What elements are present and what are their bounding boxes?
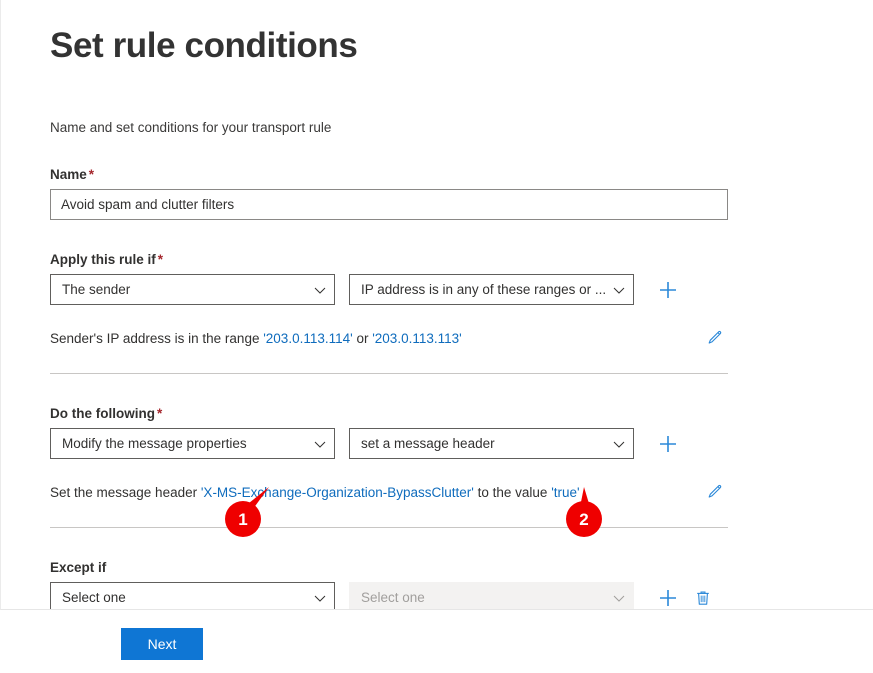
plus-icon [660, 435, 676, 452]
pencil-edit-icon [708, 484, 722, 498]
message-header-value: 'true' [551, 484, 580, 500]
except-if-label-text: Except if [50, 560, 107, 575]
page-subtitle: Name and set conditions for your transpo… [50, 120, 332, 135]
page-title: Set rule conditions [50, 26, 358, 65]
plus-icon [660, 281, 676, 298]
message-header-name-value: 'X-MS-Exchange-Organization-BypassClutte… [200, 484, 474, 500]
rule-conditions-panel: Set rule conditions Name and set conditi… [0, 0, 873, 610]
apply-if-description-prefix: Sender's IP address is in the range [50, 330, 264, 346]
do-following-description: Set the message header 'X-MS-Exchange-Or… [50, 485, 702, 500]
except-if-label: Except if [50, 528, 873, 582]
apply-if-condition-dropdown-value: The sender [62, 282, 131, 297]
name-required-asterisk: * [88, 167, 95, 182]
do-following-label-text: Do the following [50, 406, 155, 421]
form-content: Set rule conditions Name and set conditi… [1, 0, 873, 610]
apply-if-ip-value-1: '203.0.113.114' [263, 330, 353, 346]
apply-if-description: Sender's IP address is in the range '203… [50, 331, 702, 346]
add-action-button[interactable] [653, 429, 683, 459]
do-following-detail-dropdown-value: set a message header [361, 436, 495, 451]
add-condition-button[interactable] [653, 275, 683, 305]
apply-if-description-middle: or [352, 330, 373, 346]
chevron-down-icon [613, 595, 625, 602]
do-following-description-prefix: Set the message header [50, 484, 201, 500]
chevron-down-icon [613, 441, 625, 448]
apply-rule-if-row: The sender IP address is in any of these… [50, 274, 873, 305]
except-if-condition-dropdown-value: Select one [62, 590, 126, 605]
do-following-description-middle: to the value [473, 484, 552, 500]
edit-action-button[interactable] [702, 479, 728, 505]
delete-exception-button[interactable] [688, 583, 718, 610]
except-if-row: Select one Select one [50, 582, 873, 610]
do-following-action-dropdown-value: Modify the message properties [62, 436, 247, 451]
apply-rule-if-label: Apply this rule if * [50, 220, 873, 274]
except-if-operator-dropdown[interactable]: Select one [349, 582, 634, 609]
do-following-description-row: Set the message header 'X-MS-Exchange-Or… [50, 459, 728, 505]
trash-icon [697, 591, 709, 605]
chevron-down-icon [314, 287, 326, 294]
except-if-operator-dropdown-value: Select one [361, 590, 425, 605]
rule-name-input[interactable] [50, 189, 728, 220]
except-if-condition-dropdown[interactable]: Select one [50, 582, 335, 609]
chevron-down-icon [613, 287, 625, 294]
do-following-row: Modify the message properties set a mess… [50, 428, 873, 459]
chevron-down-icon [314, 595, 326, 602]
apply-if-condition-dropdown[interactable]: The sender [50, 274, 335, 305]
pencil-edit-icon [708, 330, 722, 344]
apply-rule-if-label-text: Apply this rule if [50, 252, 156, 267]
apply-rule-if-required-asterisk: * [157, 252, 164, 267]
plus-icon [660, 589, 676, 606]
chevron-down-icon [314, 441, 326, 448]
apply-if-operator-dropdown-value: IP address is in any of these ranges or … [361, 282, 607, 297]
do-following-label: Do the following * [50, 374, 873, 428]
apply-if-ip-value-2: '203.0.113.113' [372, 330, 462, 346]
apply-if-description-row: Sender's IP address is in the range '203… [50, 305, 728, 351]
do-following-action-dropdown[interactable]: Modify the message properties [50, 428, 335, 459]
apply-if-operator-dropdown[interactable]: IP address is in any of these ranges or … [349, 274, 634, 305]
do-following-detail-dropdown[interactable]: set a message header [349, 428, 634, 459]
footer-bar: Next [0, 610, 873, 673]
next-button[interactable]: Next [121, 628, 203, 660]
edit-condition-button[interactable] [702, 325, 728, 351]
name-label-text: Name [50, 167, 87, 182]
name-label: Name * [50, 135, 873, 189]
do-following-required-asterisk: * [156, 406, 163, 421]
add-exception-button[interactable] [653, 583, 683, 610]
